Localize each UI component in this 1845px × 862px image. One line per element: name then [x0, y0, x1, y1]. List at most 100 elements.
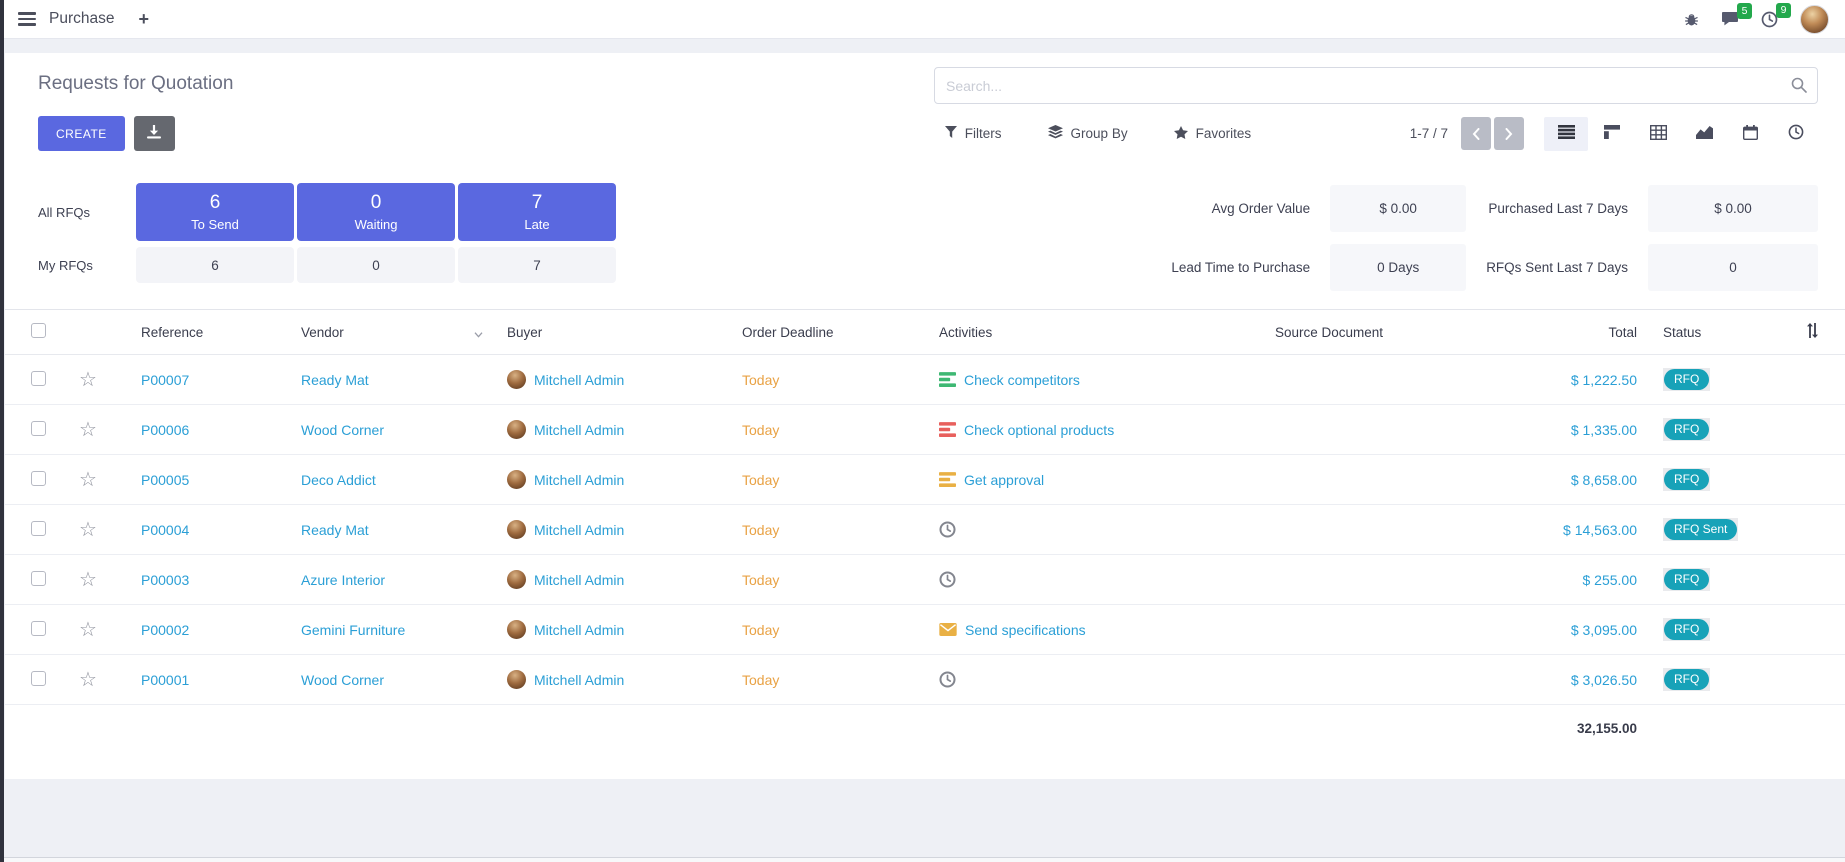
row-checkbox[interactable]: [31, 621, 46, 636]
view-kanban-button[interactable]: [1590, 117, 1634, 151]
vendor-link[interactable]: Ready Mat: [301, 522, 369, 538]
buyer-link[interactable]: Mitchell Admin: [534, 672, 624, 688]
activity-icon[interactable]: [939, 472, 956, 487]
favorite-star-icon[interactable]: ☆: [79, 619, 97, 641]
search-input[interactable]: [934, 67, 1818, 104]
activity-link[interactable]: Check competitors: [964, 372, 1080, 388]
user-avatar[interactable]: [1800, 5, 1829, 34]
vendor-link[interactable]: Gemini Furniture: [301, 622, 405, 638]
export-button[interactable]: [134, 116, 175, 151]
reference-link[interactable]: P00001: [141, 672, 189, 688]
activities-icon[interactable]: 9: [1761, 11, 1778, 28]
header-reference[interactable]: Reference: [125, 325, 297, 340]
order-deadline: Today: [742, 472, 779, 488]
group-by-button[interactable]: Group By: [1048, 125, 1128, 142]
buyer-link[interactable]: Mitchell Admin: [534, 372, 624, 388]
vendor-link[interactable]: Ready Mat: [301, 372, 369, 388]
vendor-link[interactable]: Wood Corner: [301, 422, 384, 438]
order-deadline: Today: [742, 572, 779, 588]
activity-icon[interactable]: [939, 521, 956, 538]
view-list-button[interactable]: [1544, 117, 1588, 151]
favorite-star-icon[interactable]: ☆: [79, 369, 97, 391]
messages-icon[interactable]: 5: [1721, 11, 1739, 27]
vendor-link[interactable]: Deco Addict: [301, 472, 376, 488]
my-rfq-count-waiting[interactable]: 0: [297, 247, 455, 283]
optional-columns-icon[interactable]: [1806, 323, 1819, 341]
row-checkbox[interactable]: [31, 521, 46, 536]
table-row[interactable]: ☆ P00007 Ready Mat Mitchell Admin Today …: [5, 355, 1845, 405]
search-icon[interactable]: [1791, 77, 1807, 98]
create-button[interactable]: CREATE: [38, 116, 125, 151]
stat-label: To Send: [191, 217, 239, 232]
activity-link[interactable]: Get approval: [964, 472, 1044, 488]
order-deadline: Today: [742, 622, 779, 638]
buyer-link[interactable]: Mitchell Admin: [534, 572, 624, 588]
header-status[interactable]: Status: [1637, 325, 1767, 340]
favorites-button[interactable]: Favorites: [1174, 125, 1252, 142]
view-calendar-button[interactable]: [1728, 117, 1772, 151]
table-row[interactable]: ☆ P00005 Deco Addict Mitchell Admin Toda…: [5, 455, 1845, 505]
favorite-star-icon[interactable]: ☆: [79, 519, 97, 541]
activity-link[interactable]: Check optional products: [964, 422, 1114, 438]
activity-icon[interactable]: [939, 623, 957, 636]
reference-link[interactable]: P00005: [141, 472, 189, 488]
reference-link[interactable]: P00004: [141, 522, 189, 538]
reference-link[interactable]: P00003: [141, 572, 189, 588]
table-row[interactable]: ☆ P00006 Wood Corner Mitchell Admin Toda…: [5, 405, 1845, 455]
buyer-link[interactable]: Mitchell Admin: [534, 622, 624, 638]
my-rfq-count-late[interactable]: 7: [458, 247, 616, 283]
pager-range: 1-7 / 7: [1410, 126, 1448, 141]
view-graph-button[interactable]: [1682, 117, 1726, 151]
activity-icon[interactable]: [939, 372, 956, 387]
my-rfqs-row: My RFQs 607: [38, 247, 616, 283]
vendor-link[interactable]: Wood Corner: [301, 672, 384, 688]
apps-menu-icon[interactable]: [18, 12, 36, 26]
header-buyer[interactable]: Buyer: [507, 325, 733, 340]
plus-icon[interactable]: +: [138, 10, 149, 28]
buyer-link[interactable]: Mitchell Admin: [534, 422, 624, 438]
activity-icon[interactable]: [939, 422, 956, 437]
row-checkbox[interactable]: [31, 371, 46, 386]
select-all-checkbox[interactable]: [31, 323, 46, 338]
activity-icon[interactable]: [939, 571, 956, 588]
row-checkbox[interactable]: [31, 671, 46, 686]
table-row[interactable]: ☆ P00002 Gemini Furniture Mitchell Admin…: [5, 605, 1845, 655]
activity-link[interactable]: Send specifications: [965, 622, 1086, 638]
buyer-link[interactable]: Mitchell Admin: [534, 472, 624, 488]
control-panel-buttons: CREATE Filters Group By Favorites 1-7 / …: [5, 104, 1845, 167]
favorite-star-icon[interactable]: ☆: [79, 469, 97, 491]
rfq-table: Reference Vendor Buyer Order Deadline Ac…: [5, 309, 1845, 751]
row-checkbox[interactable]: [31, 421, 46, 436]
table-row[interactable]: ☆ P00003 Azure Interior Mitchell Admin T…: [5, 555, 1845, 605]
vendor-link[interactable]: Azure Interior: [301, 572, 385, 588]
favorite-star-icon[interactable]: ☆: [79, 669, 97, 691]
table-row[interactable]: ☆ P00001 Wood Corner Mitchell Admin Toda…: [5, 655, 1845, 705]
debug-bug-icon[interactable]: [1684, 12, 1699, 27]
stat-button-to-send[interactable]: 6To Send: [136, 183, 294, 241]
header-source-document[interactable]: Source Document: [1275, 325, 1487, 340]
header-total[interactable]: Total: [1487, 325, 1637, 340]
pager-next-button[interactable]: [1494, 117, 1524, 150]
my-rfq-count-to-send[interactable]: 6: [136, 247, 294, 283]
reference-link[interactable]: P00007: [141, 372, 189, 388]
window-left-edge: [0, 0, 4, 862]
favorite-star-icon[interactable]: ☆: [79, 419, 97, 441]
stat-button-late[interactable]: 7Late: [458, 183, 616, 241]
row-checkbox[interactable]: [31, 471, 46, 486]
reference-link[interactable]: P00002: [141, 622, 189, 638]
view-activity-button[interactable]: [1774, 117, 1818, 151]
buyer-link[interactable]: Mitchell Admin: [534, 522, 624, 538]
app-name[interactable]: Purchase: [49, 10, 114, 28]
filters-button[interactable]: Filters: [945, 125, 1002, 142]
row-checkbox[interactable]: [31, 571, 46, 586]
activity-icon[interactable]: [939, 671, 956, 688]
header-order-deadline[interactable]: Order Deadline: [733, 325, 939, 340]
header-activities[interactable]: Activities: [939, 325, 1275, 340]
table-row[interactable]: ☆ P00004 Ready Mat Mitchell Admin Today …: [5, 505, 1845, 555]
reference-link[interactable]: P00006: [141, 422, 189, 438]
view-pivot-button[interactable]: [1636, 117, 1680, 151]
pager-previous-button[interactable]: [1461, 117, 1491, 150]
header-vendor[interactable]: Vendor: [297, 325, 507, 340]
stat-button-waiting[interactable]: 0Waiting: [297, 183, 455, 241]
favorite-star-icon[interactable]: ☆: [79, 569, 97, 591]
